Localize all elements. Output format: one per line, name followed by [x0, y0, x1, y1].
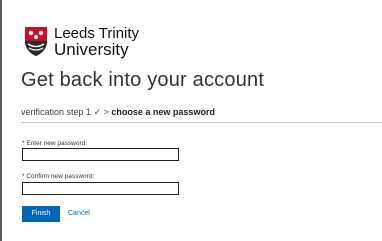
confirm-password-label-text: Confirm new password: [26, 173, 95, 180]
step-done-label: verification step 1 [21, 107, 92, 117]
page-frame: Leeds Trinity University Get back into y… [0, 0, 382, 241]
new-password-label-text: Enter new password: [26, 140, 88, 147]
check-icon: ✓ [93, 107, 102, 117]
confirm-password-label: * Confirm new password: [22, 173, 94, 180]
step-separator: > [103, 107, 109, 117]
step-current-label: choose a new password [111, 107, 215, 117]
page-title: Get back into your account [21, 69, 265, 91]
crest-shield-icon [25, 27, 47, 56]
cancel-link[interactable]: Cancel [68, 210, 90, 217]
divider [21, 122, 382, 123]
brand-name-line2: University [54, 40, 129, 59]
new-password-label: * Enter new password: [22, 140, 87, 147]
required-marker: * [22, 140, 25, 147]
new-password-input[interactable] [22, 148, 179, 161]
confirm-password-input[interactable] [22, 182, 179, 195]
required-marker: * [22, 173, 25, 180]
step-breadcrumb: verification step 1 ✓ > choose a new pas… [21, 107, 215, 118]
finish-button[interactable]: Finish [22, 206, 60, 222]
university-logo: Leeds Trinity University [23, 21, 153, 63]
